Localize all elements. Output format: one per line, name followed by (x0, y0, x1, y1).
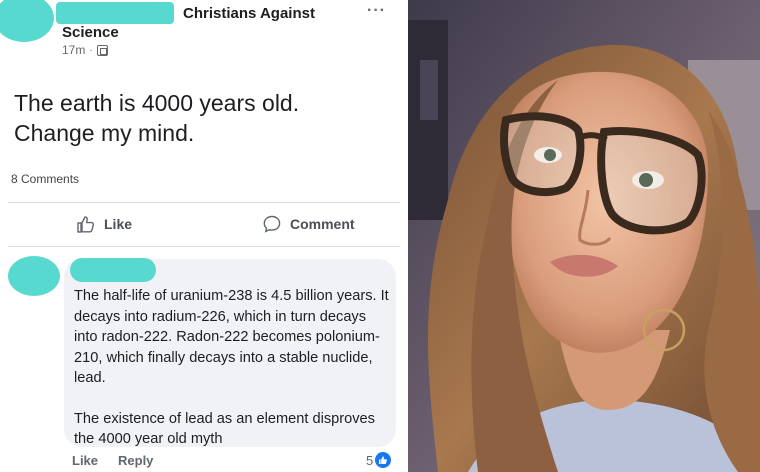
comment-like-button[interactable]: Like (72, 453, 98, 468)
comment-paragraph: The existence of lead as an element disp… (74, 410, 375, 448)
post-text-line: The earth is 4000 years old. (14, 90, 300, 116)
group-name[interactable]: Christians Against (183, 5, 315, 22)
redacted-avatar (0, 0, 54, 42)
like-button[interactable]: Like (76, 214, 132, 234)
comment-text: The half-life of uranium-238 is 4.5 bill… (74, 286, 390, 450)
like-reaction-icon (375, 452, 392, 468)
post-meta: 17m · (62, 43, 108, 57)
post-time[interactable]: 17m (62, 43, 85, 57)
comments-count-link[interactable]: 8 Comments (11, 172, 79, 186)
photo-of-woman-with-glasses (408, 0, 760, 472)
more-options-icon[interactable]: ··· (367, 2, 386, 20)
comment-icon (263, 215, 281, 233)
facebook-post-panel: Christians Against Science 17m · ··· The… (0, 0, 408, 472)
redacted-commenter-avatar (8, 256, 60, 296)
post-body: The earth is 4000 years old. Change my m… (14, 88, 394, 148)
thumbs-up-icon (77, 216, 95, 233)
redacted-author-name (56, 2, 174, 24)
selfie-photo (408, 0, 760, 472)
comment-button[interactable]: Comment (262, 214, 355, 234)
post-text-line: Change my mind. (14, 120, 195, 146)
divider (8, 202, 400, 203)
meta-separator: · (89, 44, 93, 56)
reaction-count: 5 (366, 452, 374, 468)
comment-reply-button[interactable]: Reply (118, 453, 153, 468)
like-label: Like (104, 216, 133, 232)
group-name-continued[interactable]: Science (62, 24, 119, 41)
comment-reactions[interactable]: 5 (366, 452, 392, 468)
divider (8, 246, 400, 247)
redacted-commenter-name (70, 258, 156, 282)
comment-label: Comment (290, 216, 355, 232)
globe-icon (96, 44, 108, 56)
comment-actions: Like Reply (72, 453, 153, 468)
comment-paragraph: The half-life of uranium-238 is 4.5 bill… (74, 288, 389, 386)
